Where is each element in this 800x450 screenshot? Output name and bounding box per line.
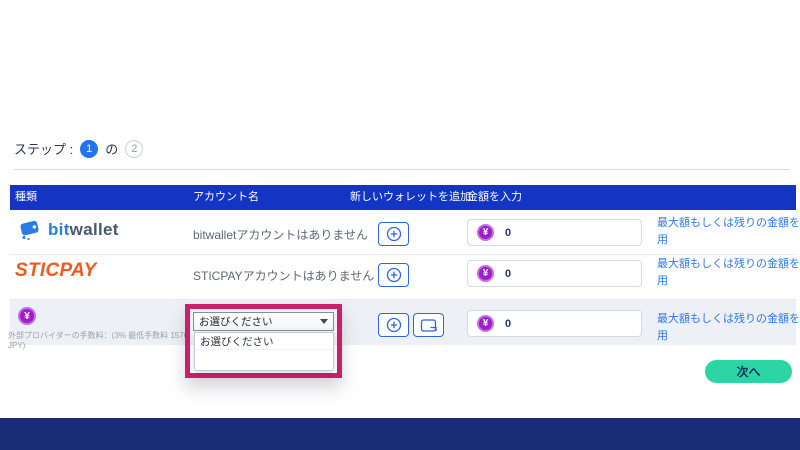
step-2-badge: 2 [125, 139, 144, 158]
provider-fee-note: 外部プロバイダーの手数料：(3% 最低手数料 1570 JPY) [8, 331, 189, 350]
sticpay-logo: STICPAY [15, 260, 97, 281]
bitwallet-amount-field: ¥ [467, 219, 642, 246]
plus-circle-icon [386, 267, 401, 283]
add-sticpay-button[interactable] [378, 263, 409, 287]
next-button[interactable]: 次へ [705, 360, 792, 383]
wallet-select-dropdown: お選びください [194, 332, 334, 371]
bitwallet-logo: bitwallet [18, 218, 119, 242]
plus-circle-icon [386, 317, 401, 333]
wallet-button[interactable] [413, 313, 444, 337]
step-separator: の [105, 142, 119, 157]
header-enter-amount: 金額を入力 [467, 191, 522, 203]
wallet-select-value: お選びください [199, 316, 273, 328]
yen-badge: ¥ [477, 265, 494, 282]
bitwallet-amount-input[interactable] [505, 226, 615, 239]
withdrawal-page: ステップ : 1 の 2 種類 アカウント名 新しいウォレットを追加 金額を入力… [0, 0, 800, 450]
add-provider-button[interactable] [378, 313, 409, 337]
row-separator [10, 254, 796, 255]
step-1-badge: 1 [80, 139, 99, 158]
table-header: 種類 アカウント名 新しいウォレットを追加 金額を入力 [10, 185, 796, 210]
step-indicator: ステップ : 1 の 2 [14, 139, 144, 158]
dropdown-option-empty[interactable] [195, 350, 333, 370]
sticpay-amount-input[interactable] [505, 267, 615, 280]
dropdown-option[interactable]: お選びください [195, 333, 333, 350]
sticpay-account-status: STICPAYアカウントはありません [193, 269, 375, 283]
chevron-down-icon [320, 319, 328, 324]
use-max-link[interactable]: 最大額もしくは残りの金額を使用 [657, 311, 800, 345]
footer-bar [0, 418, 800, 450]
yen-badge: ¥ [477, 224, 494, 241]
sticpay-amount-field: ¥ [467, 260, 642, 287]
bitwallet-account-status: bitwalletアカウントはありません [193, 228, 368, 242]
use-max-link[interactable]: 最大額もしくは残りの金額を使用 [657, 215, 800, 249]
step-label: ステップ : [14, 142, 74, 157]
bitwallet-icon [20, 220, 39, 241]
wallet-icon [420, 318, 437, 332]
header-add-wallet: 新しいウォレットを追加 [350, 191, 471, 203]
yen-badge: ¥ [477, 315, 494, 332]
section-divider [14, 169, 790, 170]
provider-amount-field: ¥ [467, 310, 642, 337]
provider-amount-input[interactable] [505, 317, 615, 330]
wallet-select[interactable]: お選びください [193, 312, 334, 331]
yen-provider-icon: ¥ [18, 307, 36, 325]
header-account-name: アカウント名 [193, 191, 259, 203]
plus-circle-icon [386, 226, 401, 242]
bitwallet-wordmark: bitwallet [48, 220, 119, 239]
header-type: 種類 [15, 191, 37, 203]
use-max-link[interactable]: 最大額もしくは残りの金額を使用 [657, 256, 800, 290]
add-bitwallet-button[interactable] [378, 222, 409, 246]
